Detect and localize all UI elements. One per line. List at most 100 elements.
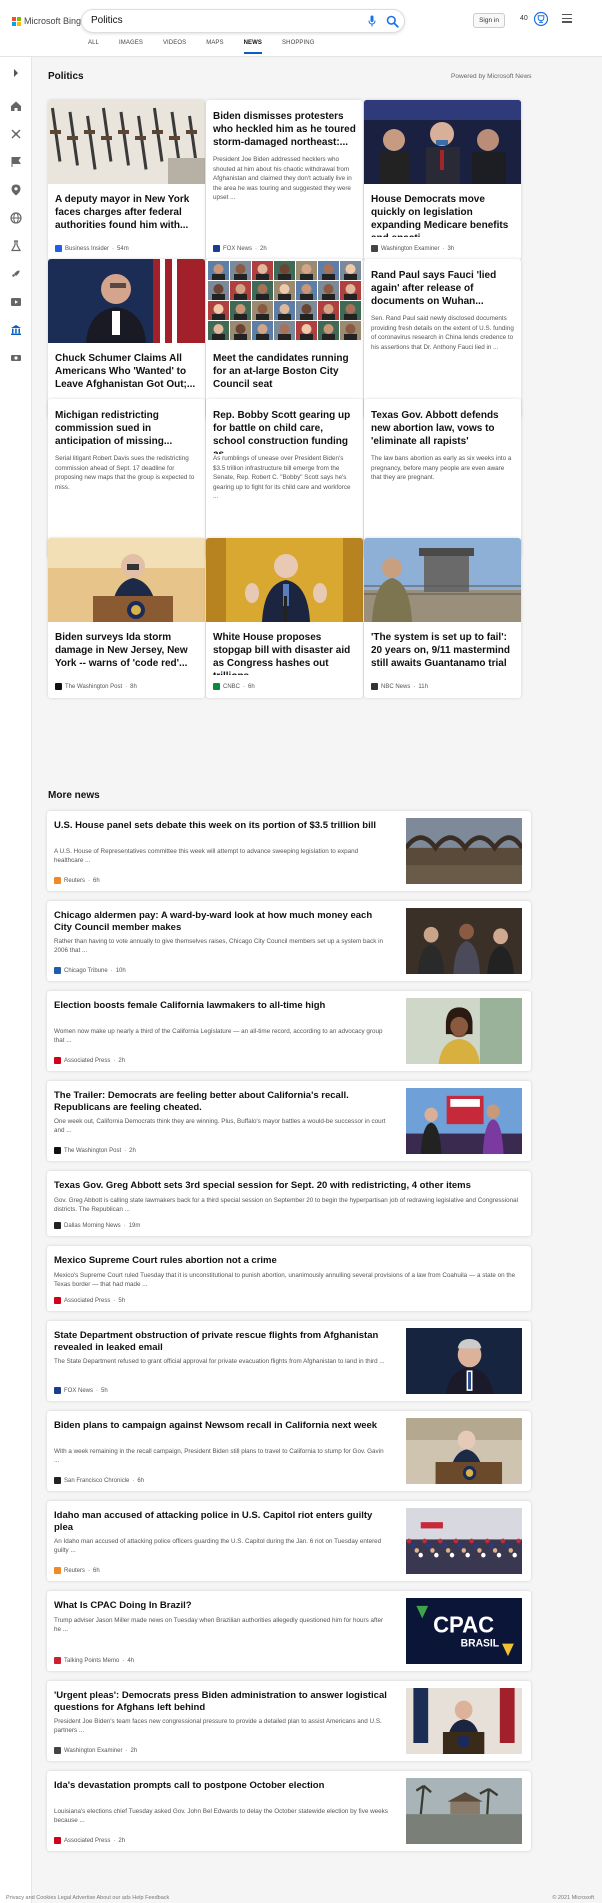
home-icon[interactable] [9,99,23,113]
more-news-title[interactable]: The Trailer: Democrats are feeling bette… [54,1090,389,1114]
more-news-source[interactable]: Chicago Tribune · 10h [54,967,126,974]
news-card-image[interactable] [48,259,205,343]
politics-icon[interactable] [9,323,23,337]
more-news-title[interactable]: U.S. House panel sets debate this week o… [54,820,389,832]
more-news-source[interactable]: Associated Press · 2h [54,1837,125,1844]
more-news-thumbnail[interactable] [406,1508,522,1574]
bing-logo[interactable]: Microsoft Bing [12,16,81,26]
more-news-title[interactable]: State Department obstruction of private … [54,1330,389,1354]
microphone-icon[interactable] [368,15,376,27]
more-news-item[interactable]: What Is CPAC Doing In Brazil? Trump advis… [47,1591,531,1671]
globe-icon[interactable] [9,211,23,225]
news-card[interactable]: House Democrats move quickly on legislat… [364,100,521,260]
news-card-image[interactable] [364,100,521,184]
search-input[interactable]: Politics [91,15,123,26]
more-news-source[interactable]: Dallas Morning News · 19m [54,1222,140,1229]
news-card-source[interactable]: CNBC · 6h [213,683,255,690]
rocket-icon[interactable] [9,267,23,281]
more-news-title[interactable]: Mexico Supreme Court rules abortion not … [54,1255,519,1267]
news-card-title[interactable]: House Democrats move quickly on legislat… [364,184,521,237]
more-news-item[interactable]: State Department obstruction of private … [47,1321,531,1401]
news-card-title[interactable]: Meet the candidates running for an at-la… [206,343,363,396]
more-news-source[interactable]: The Washington Post · 2h [54,1147,136,1154]
rewards-trophy-icon[interactable] [533,11,549,27]
more-news-item[interactable]: Election boosts female California lawmak… [47,991,531,1071]
news-card[interactable]: Rand Paul says Fauci 'lied again' after … [364,259,521,419]
more-news-item[interactable]: Texas Gov. Greg Abbott sets 3rd special … [47,1171,531,1236]
more-news-source[interactable]: Reuters · 6h [54,877,100,884]
more-news-thumbnail[interactable] [406,998,522,1064]
news-card[interactable]: Michigan redistricting commission sued i… [48,399,205,559]
more-news-item[interactable]: Ida's devastation prompts call to postpo… [47,1771,531,1851]
news-card-title[interactable]: Rep. Bobby Scott gearing up for battle o… [206,399,363,454]
sign-in-button[interactable]: Sign in [473,13,505,28]
search-icon[interactable] [386,15,399,28]
news-card-title[interactable]: Texas Gov. Abbott defends new abortion l… [364,399,521,454]
news-card[interactable]: Texas Gov. Abbott defends new abortion l… [364,399,521,559]
news-card-title[interactable]: Michigan redistricting commission sued i… [48,399,205,454]
more-news-title[interactable]: Election boosts female California lawmak… [54,1000,389,1012]
more-news-source[interactable]: Associated Press · 5h [54,1297,125,1304]
news-card[interactable]: Rep. Bobby Scott gearing up for battle o… [206,399,363,559]
more-news-item[interactable]: U.S. House panel sets debate this week o… [47,811,531,891]
news-card-title[interactable]: Biden dismisses protesters who heckled h… [206,100,363,155]
news-card-source[interactable]: The Washington Post · 8h [55,683,137,690]
rewards-points[interactable]: 40 [520,15,528,22]
more-news-item[interactable]: Idaho man accused of attacking police in… [47,1501,531,1581]
news-card-image[interactable] [48,100,205,184]
expand-icon[interactable] [9,66,23,80]
more-news-thumbnail[interactable] [406,1328,522,1394]
news-card[interactable]: Biden dismisses protesters who heckled h… [206,100,363,260]
news-card-source[interactable]: Business Insider · 54m [55,245,129,252]
hamburger-menu-icon[interactable] [562,14,572,23]
news-card-title[interactable]: Rand Paul says Fauci 'lied again' after … [364,259,521,314]
more-news-title[interactable]: Chicago aldermen pay: A ward-by-ward loo… [54,910,389,934]
more-news-title[interactable]: Ida's devastation prompts call to postpo… [54,1780,389,1792]
news-card-source[interactable]: FOX News · 2h [213,245,267,252]
more-news-thumbnail[interactable] [406,1088,522,1154]
search-box[interactable]: Politics [81,9,405,33]
news-card-title[interactable]: A deputy mayor in New York faces charges… [48,184,205,237]
more-news-title[interactable]: Texas Gov. Greg Abbott sets 3rd special … [54,1180,519,1192]
more-news-source[interactable]: Washington Examiner · 2h [54,1747,137,1754]
more-news-thumbnail[interactable] [406,818,522,884]
tab-maps[interactable]: MAPS [206,40,223,54]
more-news-title[interactable]: Idaho man accused of attacking police in… [54,1510,389,1534]
tab-shopping[interactable]: SHOPPING [282,40,314,54]
more-news-thumbnail[interactable] [406,908,522,974]
more-news-title[interactable]: What Is CPAC Doing In Brazil? [54,1600,389,1612]
news-card-image[interactable] [364,538,521,622]
money-icon[interactable] [9,351,23,365]
news-card-title[interactable]: 'The system is set up to fail': 20 years… [364,622,521,675]
more-news-source[interactable]: Reuters · 6h [54,1567,100,1574]
more-news-title[interactable]: Biden plans to campaign against Newsom r… [54,1420,389,1432]
news-card-image[interactable] [48,538,205,622]
news-card[interactable]: Chuck Schumer Claims All Americans Who '… [48,259,205,419]
entertainment-icon[interactable] [9,295,23,309]
news-card-title[interactable]: Biden surveys Ida storm damage in New Je… [48,622,205,675]
more-news-source[interactable]: Talking Points Memo · 4h [54,1657,134,1664]
news-card-image[interactable] [206,538,363,622]
location-icon[interactable] [9,183,23,197]
news-card[interactable]: 'The system is set up to fail': 20 years… [364,538,521,698]
more-news-thumbnail[interactable] [406,1778,522,1844]
more-news-title[interactable]: 'Urgent pleas': Democrats press Biden ad… [54,1690,389,1714]
more-news-item[interactable]: 'Urgent pleas': Democrats press Biden ad… [47,1681,531,1761]
news-card-image[interactable] [206,259,363,343]
news-card-title[interactable]: White House proposes stopgap bill with d… [206,622,363,675]
news-card-source[interactable]: Washington Examiner · 3h [371,245,454,252]
news-card[interactable]: Biden surveys Ida storm damage in New Je… [48,538,205,698]
more-news-source[interactable]: Associated Press · 2h [54,1057,125,1064]
news-card[interactable]: White House proposes stopgap bill with d… [206,538,363,698]
footer-links[interactable]: Privacy and Cookies Legal Advertise Abou… [6,1895,169,1901]
more-news-source[interactable]: San Francisco Chronicle · 6h [54,1477,144,1484]
news-card[interactable]: A deputy mayor in New York faces charges… [48,100,205,260]
tab-all[interactable]: ALL [88,40,99,54]
more-news-item[interactable]: The Trailer: Democrats are feeling bette… [47,1081,531,1161]
more-news-source[interactable]: FOX News · 5h [54,1387,108,1394]
news-card-source[interactable]: NBC News · 11h [371,683,428,690]
sports-icon[interactable] [9,127,23,141]
news-card[interactable]: Meet the candidates running for an at-la… [206,259,363,419]
more-news-thumbnail[interactable] [406,1688,522,1754]
flag-icon[interactable] [9,155,23,169]
